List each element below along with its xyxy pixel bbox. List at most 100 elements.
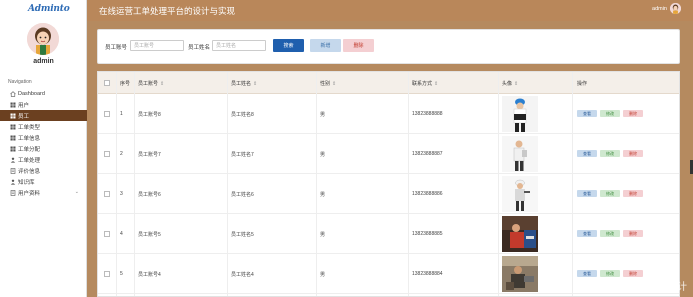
sidebar-item-label: 工单类型 [18,124,41,131]
delete-button[interactable]: 删除 [343,39,374,52]
emp-name-input[interactable] [212,40,266,51]
sidebar-item-label: 用户资料 [18,190,41,197]
topbar-user-name: admin [652,5,667,12]
table-row: 3 员工账号6 员工姓名6 男 13823888886 查看 修改 删除 [98,174,679,214]
topbar: 在线运营工单处理平台的设计与实现 admin [87,0,693,21]
table-row: 2 员工账号7 员工姓名7 男 13823888887 查看 修改 删除 [98,134,679,174]
row-gender: 男 [320,232,326,238]
row-gender: 男 [320,272,326,278]
sidebar-item-ticket-info[interactable]: 工单信息 [0,132,87,143]
edit-button[interactable]: 修改 [600,150,620,157]
edit-button[interactable]: 修改 [600,270,620,277]
row-checkbox[interactable] [104,191,110,197]
sidebar-user-name: admin [33,58,54,65]
column-header[interactable]: 员工账号 ⇕ [138,80,164,87]
doc-icon [9,189,16,196]
worker-photo [502,176,538,212]
sidebar-item-label: 知识库 [18,179,35,186]
worker-photo [502,96,538,132]
sidebar-item-ticket-types[interactable]: 工单类型 [0,121,87,132]
edit-button[interactable]: 修改 [600,110,620,117]
view-button[interactable]: 查看 [577,230,597,237]
column-header[interactable]: 员工姓名 ⇕ [231,80,257,87]
row-name: 员工姓名5 [231,232,254,238]
worker-photo [502,136,538,172]
row-account: 员工账号5 [138,232,161,238]
sidebar-item-users[interactable]: 用户 [0,99,87,110]
table-row: 4 员工账号5 员工姓名5 男 13823888885 查看 修改 删除 [98,214,679,254]
row-account: 员工账号4 [138,272,161,278]
view-button[interactable]: 查看 [577,190,597,197]
table-header: 序号 员工账号 ⇕ 员工姓名 ⇕ 性别 ⇕ 联系方式 ⇕ 头像 ⇕ 操作 [98,72,679,94]
sidebar-item-ticket-process[interactable]: 工单处理 [0,154,87,165]
row-gender: 男 [320,112,326,118]
row-index: 4 [120,231,123,237]
row-gender: 男 [320,192,326,198]
search-panel: 员工账号 员工姓名 搜索 新增 删除 [97,29,680,64]
emp-name-label: 员工姓名 [188,45,211,51]
sidebar-item-knowledge-base[interactable]: 知识库 [0,176,87,187]
emp-no-label: 员工账号 [105,45,128,51]
avatar[interactable] [670,3,681,14]
topbar-user-menu[interactable]: admin [652,3,681,14]
chevron-down-icon[interactable]: ⌄ [75,189,79,195]
sidebar-item-user-profile[interactable]: 用户资料 ⌄ [0,187,87,198]
row-account: 员工账号8 [138,112,161,118]
table-row: 1 员工账号8 员工姓名8 男 13823888888 查看 修改 删除 [98,94,679,134]
row-checkbox[interactable] [104,111,110,117]
select-all-checkbox[interactable] [104,80,110,86]
sidebar-item-reviews[interactable]: 评价信息 [0,165,87,176]
brand-logo[interactable]: Adminto [0,0,86,18]
watermark: CSDN @码可程序设计 [585,282,687,293]
grid-icon [9,112,16,119]
row-checkbox[interactable] [104,231,110,237]
emp-no-input[interactable] [130,40,184,51]
column-header[interactable]: 性别 ⇕ [320,80,336,87]
person-icon [9,178,16,185]
column-header: 序号 [120,81,131,87]
sidebar: Adminto admin Navigation Dashboard 用户 员工 [0,0,87,297]
sidebar-item-ticket-assign[interactable]: 工单分配 [0,143,87,154]
sidebar-item-employees[interactable]: 员工 [0,110,87,121]
row-gender: 男 [320,152,326,158]
column-header[interactable]: 联系方式 ⇕ [412,80,438,87]
search-button[interactable]: 搜索 [273,39,304,52]
row-checkbox[interactable] [104,151,110,157]
row-phone: 13823888886 [412,191,443,197]
sort-icon: ⇕ [332,81,337,87]
row-phone: 13823888885 [412,231,443,237]
row-delete-button[interactable]: 删除 [623,150,643,157]
view-button[interactable]: 查看 [577,270,597,277]
avatar[interactable] [27,23,59,55]
row-name: 员工姓名4 [231,272,254,278]
sort-icon: ⇕ [434,81,439,87]
sidebar-item-label: 评价信息 [18,168,41,175]
sort-icon: ⇕ [253,81,258,87]
grid-icon [9,123,16,130]
sidebar-nav: Dashboard 用户 员工 工单类型 工单信息 工单分配 工单处理 评价信息… [0,88,87,198]
row-name: 员工姓名6 [231,192,254,198]
sidebar-item-label: 工单处理 [18,157,41,164]
page-title: 在线运营工单处理平台的设计与实现 [99,6,236,16]
grid-icon [9,134,16,141]
nav-title: Navigation [8,79,32,85]
worker-photo [502,256,538,292]
edit-button[interactable]: 修改 [600,190,620,197]
add-button[interactable]: 新增 [310,39,341,52]
sidebar-item-label: 工单信息 [18,135,41,142]
row-delete-button[interactable]: 删除 [623,230,643,237]
column-header[interactable]: 头像 ⇕ [502,80,518,87]
sidebar-item-dashboard[interactable]: Dashboard [0,88,87,99]
view-button[interactable]: 查看 [577,150,597,157]
row-delete-button[interactable]: 删除 [623,270,643,277]
edit-button[interactable]: 修改 [600,230,620,237]
row-checkbox[interactable] [104,271,110,277]
row-index: 3 [120,191,123,197]
column-header: 操作 [577,81,588,87]
row-name: 员工姓名8 [231,112,254,118]
sidebar-item-label: 工单分配 [18,146,41,153]
view-button[interactable]: 查看 [577,110,597,117]
sort-icon: ⇕ [514,81,519,87]
row-delete-button[interactable]: 删除 [623,190,643,197]
row-delete-button[interactable]: 删除 [623,110,643,117]
